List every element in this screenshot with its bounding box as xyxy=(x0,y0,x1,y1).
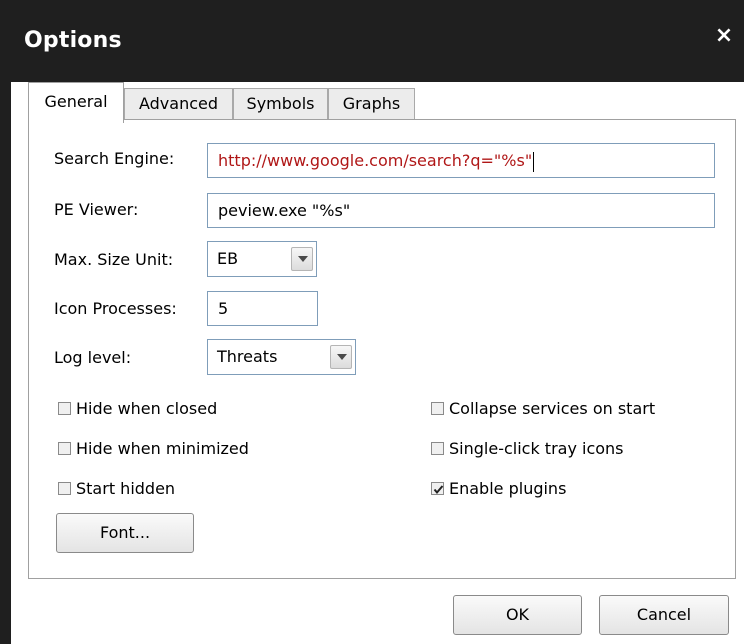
checkbox-label: Hide when closed xyxy=(76,399,218,418)
tab-graphs[interactable]: Graphs xyxy=(328,88,415,120)
checkbox-label: Start hidden xyxy=(76,479,176,498)
search-engine-label: Search Engine: xyxy=(54,149,175,168)
checkbox-label: Enable plugins xyxy=(449,479,567,498)
options-dialog: Options × General Advanced Symbols Graph… xyxy=(0,0,744,644)
checkbox-box xyxy=(58,442,71,455)
max-size-unit-label: Max. Size Unit: xyxy=(54,250,174,269)
text-caret xyxy=(533,151,535,172)
checkbox-box xyxy=(431,402,444,415)
tab-advanced[interactable]: Advanced xyxy=(124,88,233,120)
checkbox-label: Single-click tray icons xyxy=(449,439,624,458)
log-level-value: Threats xyxy=(217,347,278,366)
chevron-down-icon[interactable] xyxy=(330,345,352,369)
font-button[interactable]: Font... xyxy=(56,513,194,553)
tab-symbols[interactable]: Symbols xyxy=(233,88,328,120)
check-icon xyxy=(433,485,444,495)
checkbox-box xyxy=(431,442,444,455)
pe-viewer-input[interactable]: peview.exe "%s" xyxy=(207,193,715,228)
icon-processes-input[interactable]: 5 xyxy=(207,291,318,326)
cancel-button[interactable]: Cancel xyxy=(599,595,729,635)
checkbox-label: Hide when minimized xyxy=(76,439,249,458)
max-size-unit-select[interactable]: EB xyxy=(207,241,317,277)
search-engine-value: http://www.google.com/search?q="%s" xyxy=(218,151,533,170)
log-level-label: Log level: xyxy=(54,348,132,367)
general-tab-panel xyxy=(28,119,736,579)
log-level-select[interactable]: Threats xyxy=(207,339,356,375)
checkbox-box xyxy=(431,482,444,495)
chevron-down-icon[interactable] xyxy=(291,247,313,271)
max-size-unit-value: EB xyxy=(217,249,239,268)
title-bar: Options × xyxy=(0,0,744,82)
checkbox-box xyxy=(58,402,71,415)
tab-general[interactable]: General xyxy=(28,82,124,123)
icon-processes-label: Icon Processes: xyxy=(54,299,177,318)
ok-button[interactable]: OK xyxy=(453,595,582,635)
window-border xyxy=(0,82,11,644)
pe-viewer-label: PE Viewer: xyxy=(54,200,139,219)
close-icon[interactable]: × xyxy=(712,24,736,48)
checkbox-box xyxy=(58,482,71,495)
dialog-title: Options xyxy=(24,28,122,53)
search-engine-input[interactable]: http://www.google.com/search?q="%s" xyxy=(207,143,715,178)
checkbox-label: Collapse services on start xyxy=(449,399,656,418)
